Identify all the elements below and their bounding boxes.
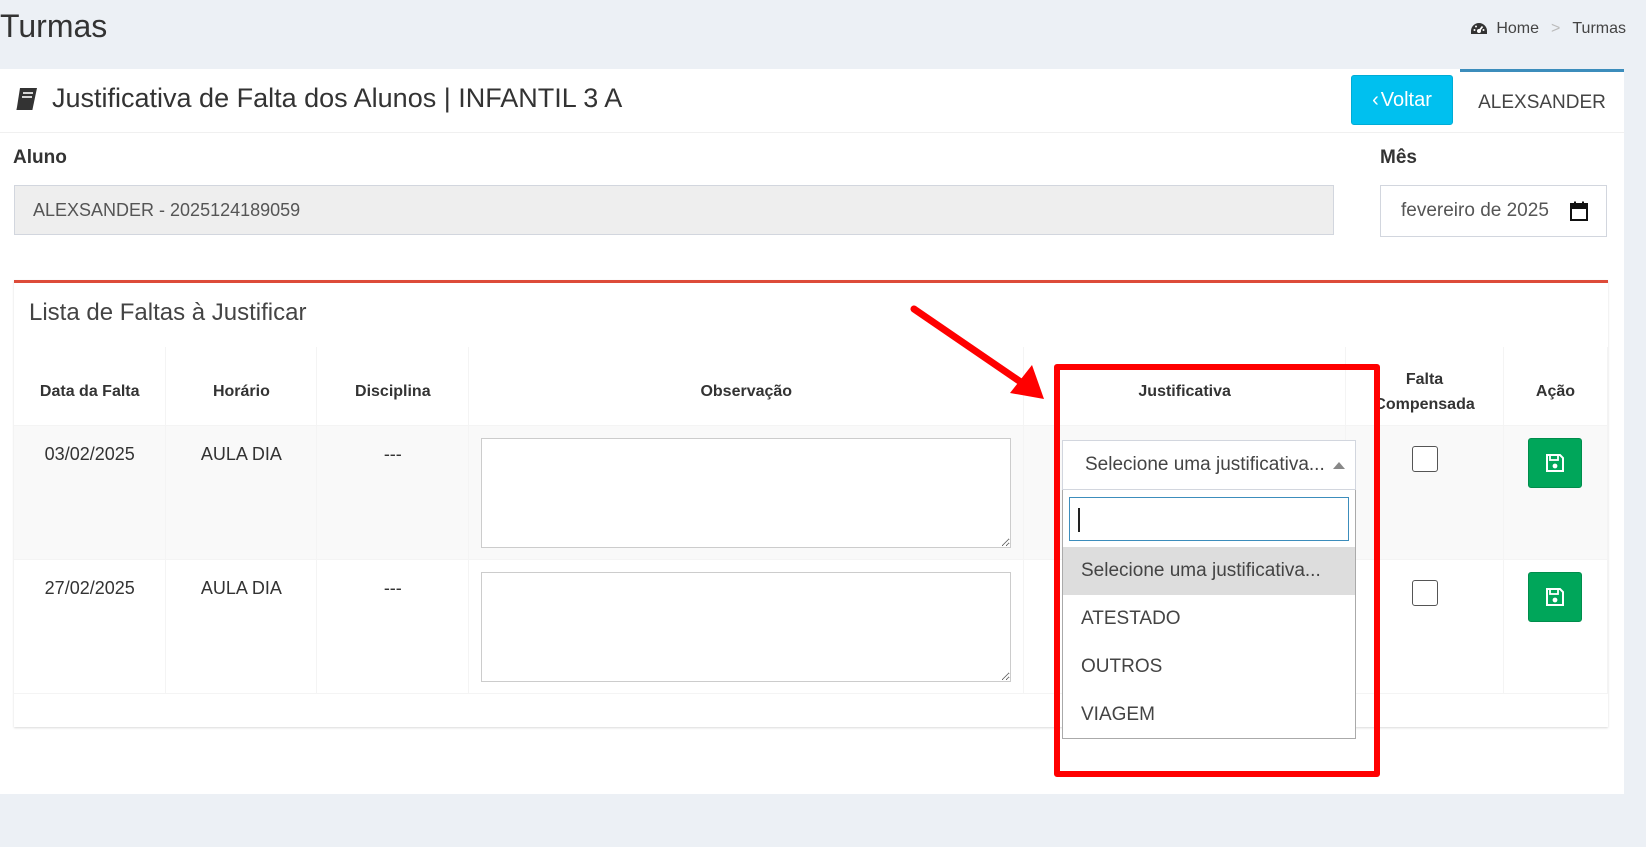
back-button-label: Voltar xyxy=(1380,88,1432,111)
cell-disciplina: --- xyxy=(316,559,470,694)
mes-label: Mês xyxy=(1380,147,1417,168)
faltas-table: Data da Falta Horário Disciplina Observa… xyxy=(14,347,1609,694)
breadcrumb-current: Turmas xyxy=(1572,20,1626,37)
page-title: Turmas xyxy=(0,8,108,44)
table-row: 03/02/2025 AULA DIA --- xyxy=(14,425,1609,560)
chevron-left-icon: ‹ xyxy=(1372,88,1379,111)
book-icon xyxy=(16,87,37,110)
justificativa-dropdown: Selecione uma justificativa... ATESTADO … xyxy=(1062,490,1356,739)
dropdown-options: Selecione uma justificativa... ATESTADO … xyxy=(1063,547,1355,739)
dropdown-search-input[interactable] xyxy=(1069,497,1349,541)
cell-observacao xyxy=(468,425,1025,560)
cell-acao xyxy=(1503,425,1609,560)
observacao-textarea[interactable] xyxy=(481,437,1012,548)
table-row: 27/02/2025 AULA DIA --- xyxy=(14,559,1609,694)
main-box: Justificativa de Falta dos Alunos | INFA… xyxy=(0,69,1624,794)
dropdown-option[interactable]: OUTROS xyxy=(1063,643,1355,691)
cell-disciplina: --- xyxy=(316,425,470,560)
aluno-field: ALEXSANDER - 2025124189059 xyxy=(14,185,1334,235)
faltas-box-title: Lista de Faltas à Justificar xyxy=(29,299,307,326)
box-title-text: Justificativa de Falta dos Alunos | INFA… xyxy=(52,83,623,113)
col-justificativa: Justificativa xyxy=(1023,347,1347,426)
calendar-icon[interactable] xyxy=(1570,201,1588,221)
justificativa-select[interactable]: Selecione uma justificativa... xyxy=(1062,440,1356,490)
cell-horario: AULA DIA xyxy=(165,425,318,560)
col-disciplina: Disciplina xyxy=(316,347,470,426)
dropdown-option[interactable]: ATESTADO xyxy=(1063,595,1355,643)
cell-acao xyxy=(1503,559,1609,694)
falta-compensada-checkbox[interactable] xyxy=(1411,579,1438,606)
breadcrumb-home-link[interactable]: Home xyxy=(1496,20,1539,38)
faltas-box: Lista de Faltas à Justificar Data da Fal… xyxy=(14,280,1609,727)
tab-user[interactable]: ALEXSANDER xyxy=(1460,69,1624,133)
breadcrumb-separator: > xyxy=(1551,20,1561,37)
dropdown-option[interactable]: VIAGEM xyxy=(1063,691,1355,739)
mes-value: fevereiro de 2025 xyxy=(1401,200,1549,221)
col-falta-compensada: Falta Compensada xyxy=(1345,347,1504,426)
justificativa-select-value: Selecione uma justificativa... xyxy=(1085,454,1325,475)
falta-compensada-checkbox[interactable] xyxy=(1411,445,1438,472)
cell-horario: AULA DIA xyxy=(165,559,318,694)
col-falta-line2: Compensada xyxy=(1374,395,1475,413)
save-button[interactable] xyxy=(1528,437,1583,488)
cell-falta-compensada xyxy=(1345,425,1504,560)
floppy-disk-icon xyxy=(1546,453,1565,472)
col-observacao: Observação xyxy=(468,347,1025,426)
floppy-disk-icon xyxy=(1546,587,1565,606)
caret-up-icon xyxy=(1333,462,1345,469)
col-acao: Ação xyxy=(1503,347,1609,426)
cell-data: 03/02/2025 xyxy=(14,425,167,560)
dashboard-icon xyxy=(1471,23,1488,34)
dropdown-option[interactable]: Selecione uma justificativa... xyxy=(1063,547,1355,595)
back-button[interactable]: ‹ Voltar xyxy=(1351,75,1453,125)
col-falta-line1: Falta xyxy=(1405,370,1444,388)
box-header: Justificativa de Falta dos Alunos | INFA… xyxy=(0,69,1624,133)
breadcrumb: Home > Turmas xyxy=(1470,20,1626,38)
cell-data: 27/02/2025 xyxy=(14,559,167,694)
save-button[interactable] xyxy=(1528,571,1583,622)
cell-falta-compensada xyxy=(1345,559,1504,694)
col-horario: Horário xyxy=(165,347,318,426)
text-cursor xyxy=(1078,508,1080,532)
aluno-label: Aluno xyxy=(13,147,67,168)
cell-observacao xyxy=(468,559,1025,694)
mes-field[interactable]: fevereiro de 2025 xyxy=(1380,185,1607,237)
box-title: Justificativa de Falta dos Alunos | INFA… xyxy=(14,83,622,114)
observacao-textarea[interactable] xyxy=(481,571,1012,682)
col-data: Data da Falta xyxy=(14,347,167,426)
